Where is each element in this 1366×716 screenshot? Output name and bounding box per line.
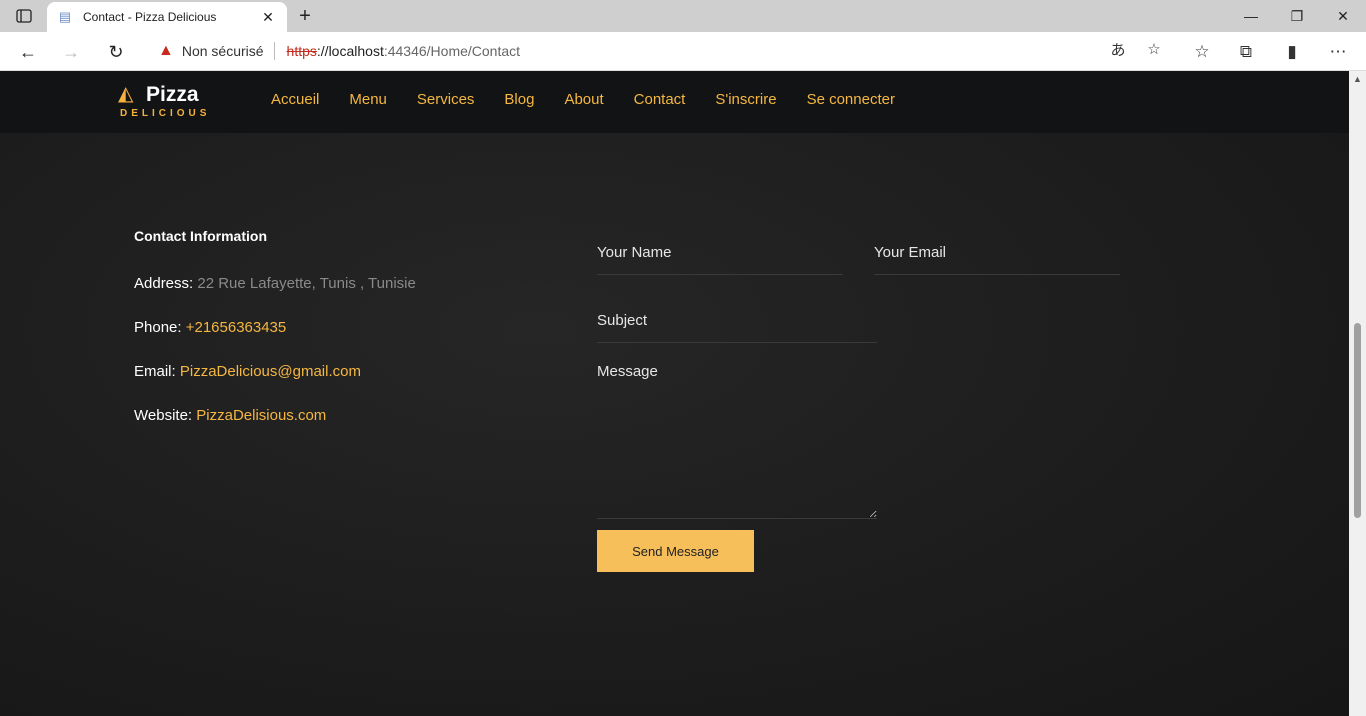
website-link[interactable]: PizzaDelisious.com bbox=[196, 407, 326, 424]
more-options-icon[interactable]: ⋯ bbox=[1324, 39, 1352, 65]
phone-row: Phone: +21656363435 bbox=[134, 319, 554, 336]
phone-link[interactable]: +21656363435 bbox=[186, 319, 287, 336]
message-textarea[interactable] bbox=[597, 357, 877, 519]
nav-sinscrire[interactable]: S'inscrire bbox=[715, 91, 776, 108]
page-favicon-icon: ▤ bbox=[58, 9, 72, 24]
browser-toolbar: ← → ↻ ▲ Non sécurisé https ://localhost … bbox=[0, 32, 1366, 71]
url-host: ://localhost bbox=[316, 43, 384, 59]
collections-icon[interactable]: ⧉ bbox=[1232, 39, 1260, 65]
scroll-up-icon[interactable]: ▲ bbox=[1353, 74, 1362, 84]
email-link[interactable]: PizzaDelicious@gmail.com bbox=[180, 363, 361, 380]
profile-avatar-icon[interactable]: ▮ bbox=[1278, 39, 1306, 65]
site-header: ◭ Pizza DELICIOUS Accueil Menu Services … bbox=[0, 71, 1349, 133]
forward-icon[interactable]: → bbox=[58, 39, 84, 65]
address-row: Address: 22 Rue Lafayette, Tunis , Tunis… bbox=[134, 275, 554, 292]
url-scheme: https bbox=[286, 43, 317, 59]
logo-word-pizza: Pizza bbox=[146, 83, 199, 106]
address-value: 22 Rue Lafayette, Tunis , Tunisie bbox=[197, 275, 416, 292]
address-field[interactable]: ▲ Non sécurisé https ://localhost :44346… bbox=[146, 36, 1176, 66]
address-separator bbox=[273, 42, 275, 60]
contact-information: Contact Information Address: 22 Rue Lafa… bbox=[134, 228, 554, 424]
restore-icon[interactable]: ❐ bbox=[1274, 0, 1320, 32]
email-input[interactable] bbox=[874, 231, 1120, 275]
security-label: Non sécurisé bbox=[181, 43, 264, 59]
send-message-button[interactable]: Send Message bbox=[597, 530, 754, 572]
website-row: Website: PizzaDelisious.com bbox=[134, 407, 554, 424]
browser-tab-bar: ▤ Contact - Pizza Delicious ✕ + — ❐ ✕ bbox=[0, 0, 1366, 32]
address-label: Address: bbox=[134, 275, 194, 292]
nav-se-connecter[interactable]: Se connecter bbox=[807, 91, 895, 108]
email-label: Email: bbox=[134, 363, 176, 380]
nav-blog[interactable]: Blog bbox=[504, 91, 534, 108]
close-window-icon[interactable]: ✕ bbox=[1320, 0, 1366, 32]
url-path: :44346/Home/Contact bbox=[383, 43, 521, 59]
read-aloud-icon[interactable]: あ bbox=[1105, 36, 1131, 62]
refresh-icon[interactable]: ↻ bbox=[103, 39, 129, 65]
scroll-thumb[interactable] bbox=[1354, 323, 1361, 518]
nav-about[interactable]: About bbox=[564, 91, 603, 108]
nav-contact[interactable]: Contact bbox=[634, 91, 686, 108]
nav-services[interactable]: Services bbox=[417, 91, 475, 108]
back-icon[interactable]: ← bbox=[15, 39, 41, 65]
add-favorite-icon[interactable]: ☆ bbox=[1141, 36, 1167, 62]
close-tab-icon[interactable]: ✕ bbox=[259, 8, 277, 26]
site-logo[interactable]: ◭ Pizza DELICIOUS bbox=[118, 79, 228, 125]
tab-actions-icon[interactable] bbox=[10, 6, 38, 26]
warning-icon: ▲ bbox=[158, 42, 174, 59]
name-input[interactable] bbox=[597, 231, 843, 275]
pizza-slice-icon: ◭ bbox=[118, 83, 134, 105]
phone-label: Phone: bbox=[134, 319, 182, 336]
subject-input[interactable] bbox=[597, 299, 877, 343]
browser-tab-active[interactable]: ▤ Contact - Pizza Delicious ✕ bbox=[47, 2, 287, 32]
new-tab-icon[interactable]: + bbox=[294, 5, 316, 27]
tab-title: Contact - Pizza Delicious bbox=[83, 10, 217, 24]
nav-menu[interactable]: Menu bbox=[349, 91, 387, 108]
minimize-icon[interactable]: — bbox=[1228, 0, 1274, 32]
page-content: ◭ Pizza DELICIOUS Accueil Menu Services … bbox=[0, 71, 1349, 716]
logo-word-delicious: DELICIOUS bbox=[120, 108, 211, 119]
website-label: Website: bbox=[134, 407, 193, 424]
contact-info-title: Contact Information bbox=[134, 228, 267, 244]
page-scrollbar[interactable]: ▲ bbox=[1349, 71, 1366, 716]
nav-accueil[interactable]: Accueil bbox=[271, 91, 319, 108]
main-menu: Accueil Menu Services Blog About Contact… bbox=[271, 91, 895, 108]
email-row: Email: PizzaDelicious@gmail.com bbox=[134, 363, 554, 380]
favorites-icon[interactable]: ☆ bbox=[1188, 39, 1216, 65]
